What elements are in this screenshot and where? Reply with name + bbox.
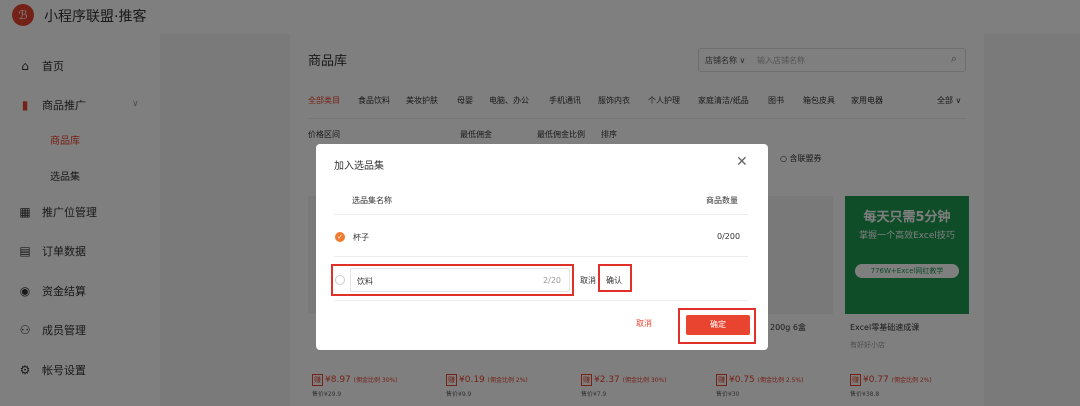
divider (334, 300, 748, 301)
cancel-button[interactable]: 取消 (618, 315, 670, 333)
divider (334, 214, 748, 215)
new-set-confirm-link[interactable]: 确认 (606, 275, 622, 286)
dialog-title: 加入选品集 (334, 161, 384, 172)
divider (334, 256, 748, 257)
column-header-count: 商品数量 (706, 196, 738, 205)
new-set-radio[interactable] (335, 275, 345, 285)
column-header-name: 选品集名称 (352, 196, 392, 205)
selection-set-count: 0/200 (717, 232, 741, 241)
new-set-cancel-link[interactable]: 取消 (580, 275, 596, 286)
new-set-name-input[interactable] (357, 273, 537, 289)
char-counter: 2/20 (543, 276, 561, 285)
selection-set-name: 杯子 (353, 233, 369, 242)
confirm-button[interactable]: 确定 (686, 315, 750, 335)
checked-radio-icon[interactable]: ✓ (335, 232, 345, 242)
close-icon[interactable]: ✕ (736, 154, 748, 170)
new-set-name-field[interactable]: 2/20 (350, 268, 570, 292)
add-to-selection-dialog: 加入选品集 ✕ 选品集名称 商品数量 ✓ 杯子 0/200 2/20 取消 确认… (316, 144, 768, 350)
